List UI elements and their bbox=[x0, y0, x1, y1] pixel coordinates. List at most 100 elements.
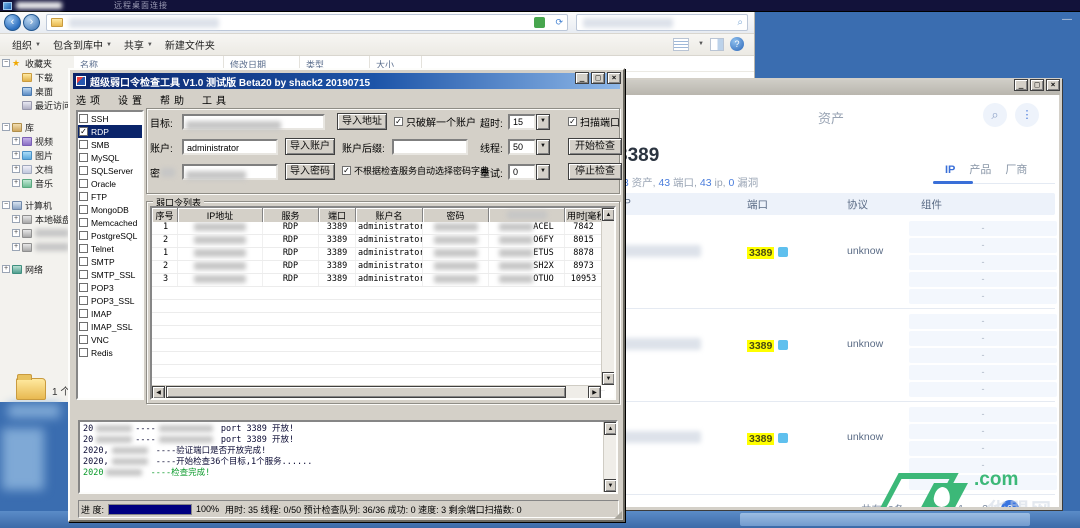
expand-icon[interactable]: + bbox=[12, 229, 20, 237]
checkbox-unchecked-icon[interactable] bbox=[79, 205, 88, 214]
chevron-down-icon[interactable]: ▼ bbox=[698, 41, 704, 47]
chevron-down-icon[interactable]: ▼ bbox=[536, 139, 550, 155]
import-targets-button[interactable]: 导入地址 bbox=[337, 113, 387, 130]
browser-titlebar[interactable] bbox=[602, 80, 1060, 95]
chevron-down-icon[interactable]: ▼ bbox=[536, 114, 550, 130]
auto-dict-checkbox[interactable]: ✓ 不根据检查服务自动选择密码字典 bbox=[342, 164, 489, 177]
expand-icon[interactable]: + bbox=[2, 265, 10, 273]
menu-item-工具[interactable]: 工具 bbox=[202, 92, 230, 107]
protocol-item-IMAP[interactable]: IMAP bbox=[78, 307, 142, 320]
sidebar-item-文档[interactable]: +文档 bbox=[0, 162, 74, 176]
protocol-item-RDP[interactable]: ✓RDP bbox=[78, 125, 142, 138]
log-scrollbar[interactable]: ▲ ▼ bbox=[603, 422, 616, 492]
scroll-up-icon[interactable]: ▲ bbox=[602, 208, 615, 221]
expand-icon[interactable]: + bbox=[12, 179, 20, 187]
sidebar-item-计算机[interactable]: −计算机 bbox=[0, 198, 74, 212]
target-input[interactable] bbox=[182, 114, 325, 130]
horizontal-scrollbar[interactable]: ◀ ▶ bbox=[152, 385, 601, 398]
protocol-item-SQLServer[interactable]: SQLServer bbox=[78, 164, 142, 177]
checkbox-unchecked-icon[interactable] bbox=[79, 309, 88, 318]
checkbox-unchecked-icon[interactable] bbox=[79, 322, 88, 331]
asset-row[interactable]: 3389unknow----- bbox=[613, 407, 1055, 492]
checkbox-unchecked-icon[interactable] bbox=[79, 179, 88, 188]
retry-select[interactable]: 0 ▼ bbox=[508, 164, 550, 180]
protocol-item-PostgreSQL[interactable]: PostgreSQL bbox=[78, 229, 142, 242]
asset-row[interactable]: 3389unknow----- bbox=[613, 314, 1055, 399]
protocol-item-MongoDB[interactable]: MongoDB bbox=[78, 203, 142, 216]
sidebar-item-最近访问[interactable]: 最近访问 bbox=[0, 98, 74, 112]
minimize-button[interactable]: _ bbox=[575, 72, 589, 84]
protocol-item-POP3[interactable]: POP3 bbox=[78, 281, 142, 294]
port-value[interactable]: 3389 bbox=[747, 340, 774, 352]
threads-select[interactable]: 50 ▼ bbox=[508, 139, 550, 155]
collapse-icon[interactable]: − bbox=[2, 123, 10, 131]
menu-item-帮助[interactable]: 帮助 bbox=[160, 92, 188, 107]
table-row[interactable]: 1RDP3389administratorETUS8878 bbox=[152, 248, 614, 261]
checkbox-checked-icon[interactable]: ✓ bbox=[79, 127, 88, 136]
preview-pane-icon[interactable] bbox=[710, 38, 724, 51]
scroll-up-icon[interactable]: ▲ bbox=[604, 422, 617, 435]
protocol-item-SMTP_SSL[interactable]: SMTP_SSL bbox=[78, 268, 142, 281]
collapse-icon[interactable]: − bbox=[2, 59, 10, 67]
suffix-input[interactable] bbox=[392, 139, 468, 155]
protocol-item-VNC[interactable]: VNC bbox=[78, 333, 142, 346]
sidebar-item-库[interactable]: −库 bbox=[0, 120, 74, 134]
expand-icon[interactable]: + bbox=[12, 215, 20, 223]
checkbox-unchecked-icon[interactable] bbox=[79, 257, 88, 266]
asset-row[interactable]: 3389unknow----- bbox=[613, 221, 1055, 306]
checkbox-unchecked-icon[interactable] bbox=[79, 153, 88, 162]
new-folder-button[interactable]: 新建文件夹 bbox=[165, 37, 215, 52]
checkbox-unchecked-icon[interactable] bbox=[79, 335, 88, 344]
results-column-header[interactable]: 端口 bbox=[319, 208, 356, 222]
menu-item-选项[interactable]: 选项 bbox=[76, 92, 104, 107]
results-column-header[interactable]: 序号 bbox=[152, 208, 178, 222]
sidebar-item-图片[interactable]: +图片 bbox=[0, 148, 74, 162]
results-column-header[interactable]: 服务 bbox=[263, 208, 319, 222]
port-value[interactable]: 3389 bbox=[747, 247, 774, 259]
help-icon[interactable]: ? bbox=[730, 37, 744, 51]
port-link-icon[interactable] bbox=[778, 433, 788, 443]
checkbox-unchecked-icon[interactable] bbox=[79, 192, 88, 201]
page-2[interactable]: 2 bbox=[977, 503, 993, 507]
search-icon[interactable]: ⌕ bbox=[983, 103, 1007, 127]
sidebar-item-视频[interactable]: +视频 bbox=[0, 134, 74, 148]
minimize-button[interactable]: _ bbox=[1014, 79, 1028, 91]
checkbox-unchecked-icon[interactable] bbox=[79, 270, 88, 279]
taskbar-open-window-button[interactable] bbox=[740, 513, 1030, 526]
protocol-item-SSH[interactable]: SSH bbox=[78, 112, 142, 125]
start-check-button[interactable]: 开始检查 bbox=[568, 138, 622, 155]
import-accounts-button[interactable]: 导入账户 bbox=[285, 138, 335, 155]
checkbox-unchecked-icon[interactable] bbox=[79, 283, 88, 292]
rdp-client-titlebar[interactable]: 远程桌面连接 bbox=[0, 0, 1080, 12]
expand-icon[interactable]: + bbox=[12, 165, 20, 173]
protocol-item-Oracle[interactable]: Oracle bbox=[78, 177, 142, 190]
password-input[interactable] bbox=[182, 164, 278, 180]
checkbox-unchecked-icon[interactable] bbox=[79, 140, 88, 149]
page-1[interactable]: 1 bbox=[953, 503, 969, 507]
close-button[interactable]: × bbox=[1046, 79, 1060, 91]
maximize-button[interactable]: □ bbox=[591, 72, 605, 84]
share-button[interactable]: 共享▼ bbox=[124, 37, 153, 52]
protocol-item-Redis[interactable]: Redis bbox=[78, 346, 142, 359]
checkbox-unchecked-icon[interactable] bbox=[79, 166, 88, 175]
protocol-item-SMB[interactable]: SMB bbox=[78, 138, 142, 151]
sidebar-item-音乐[interactable]: +音乐 bbox=[0, 176, 74, 190]
table-row[interactable]: 2RDP3389administratorO6FY8015 bbox=[152, 235, 614, 248]
table-row[interactable]: 2RDP3389administratorSH2X8973 bbox=[152, 261, 614, 274]
protocol-item-MySQL[interactable]: MySQL bbox=[78, 151, 142, 164]
address-refresh-icon[interactable]: ⟳ bbox=[555, 17, 563, 28]
protocol-item-POP3_SSL[interactable]: POP3_SSL bbox=[78, 294, 142, 307]
checkbox-unchecked-icon[interactable] bbox=[79, 348, 88, 357]
scroll-down-icon[interactable]: ▼ bbox=[604, 479, 617, 492]
search-input[interactable]: ⌕ bbox=[576, 14, 748, 31]
stop-check-button[interactable]: 停止检查 bbox=[568, 163, 622, 180]
tab-IP[interactable]: IP bbox=[945, 164, 955, 176]
protocol-item-IMAP_SSL[interactable]: IMAP_SSL bbox=[78, 320, 142, 333]
scroll-right-icon[interactable]: ▶ bbox=[588, 386, 601, 399]
sidebar-item-drive[interactable]: + bbox=[0, 226, 74, 240]
results-column-header[interactable]: 密码 bbox=[423, 208, 489, 222]
sidebar-item-本地磁盘[interactable]: +本地磁盘 bbox=[0, 212, 74, 226]
desktop-folder-icon[interactable] bbox=[16, 378, 46, 400]
desktop-icon-blurred[interactable] bbox=[2, 428, 44, 490]
organize-button[interactable]: 组织▼ bbox=[12, 37, 41, 52]
